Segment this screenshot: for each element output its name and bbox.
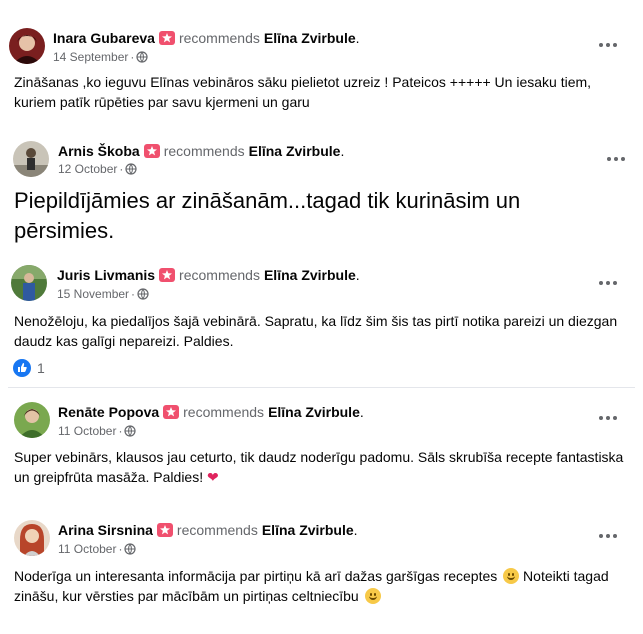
page-link[interactable]: Elīna Zvirbule: [262, 522, 354, 538]
globe-icon: [137, 288, 149, 300]
page-link[interactable]: Elīna Zvirbule: [249, 143, 341, 159]
review-text-block: Super vebinārs, klausos jau ceturto, tik…: [14, 447, 624, 487]
more-options-icon[interactable]: [607, 154, 627, 164]
avatar-photo: [14, 402, 50, 438]
review-text: Nenožēloju, ka piedalījos šajā vebinārā.…: [14, 313, 618, 349]
meta-separator: ·: [118, 542, 123, 556]
review-text: Super vebinārs, klausos jau ceturto, tik…: [14, 449, 624, 485]
avatar[interactable]: [14, 402, 50, 438]
like-icon[interactable]: [13, 359, 31, 377]
recommendation-badge-icon: [163, 405, 180, 419]
page-name-suffix: .: [355, 30, 360, 46]
meta-separator: ·: [118, 424, 123, 438]
divider: [8, 387, 635, 388]
recommendation-badge-icon: [143, 144, 160, 158]
heart-emoji-icon: ❤: [207, 469, 219, 485]
globe-icon: [136, 51, 148, 63]
meta-separator: ·: [119, 162, 124, 176]
author-name[interactable]: Arina Sirsnina: [58, 522, 153, 538]
avatar[interactable]: [11, 265, 47, 301]
smile-emoji-icon: [503, 568, 520, 584]
review-date[interactable]: 15 November: [57, 287, 129, 301]
page-name-suffix: .: [340, 143, 345, 159]
meta-separator: ·: [131, 287, 136, 301]
recommends-label: recommends: [178, 30, 260, 46]
page-link[interactable]: Elīna Zvirbule: [264, 267, 356, 283]
globe-icon: [124, 543, 137, 555]
avatar-photo: [13, 141, 49, 177]
more-options-icon[interactable]: [599, 278, 619, 288]
author-name[interactable]: Juris Livmanis: [57, 267, 155, 283]
globe-icon: [124, 425, 137, 437]
globe-icon: [125, 163, 137, 175]
avatar[interactable]: [9, 28, 45, 64]
author-name[interactable]: Inara Gubareva: [53, 30, 155, 46]
meta-separator: ·: [130, 50, 135, 64]
page-name-suffix: .: [359, 404, 364, 420]
recommends-label: recommends: [183, 404, 265, 420]
recommends-label: recommends: [176, 522, 258, 538]
review-text: Zināšanas ,ko ieguvu Elīnas vebināros sā…: [14, 74, 592, 110]
avatar[interactable]: [13, 141, 49, 177]
more-options-icon[interactable]: [599, 40, 619, 50]
review-text-block: Noderīga un interesanta informācija par …: [14, 566, 624, 606]
page-name-suffix: .: [353, 522, 358, 538]
author-name[interactable]: Arnis Škoba: [58, 143, 140, 159]
recommends-label: recommends: [179, 267, 260, 283]
recommends-label: recommends: [163, 143, 245, 159]
page-link[interactable]: Elīna Zvirbule: [268, 404, 360, 420]
smile-emoji-icon: [364, 588, 381, 604]
avatar[interactable]: [14, 520, 50, 556]
recommendation-badge-icon: [156, 523, 173, 537]
author-name[interactable]: Renāte Popova: [58, 404, 159, 420]
avatar-photo: [9, 28, 45, 64]
review-text-part1: Noderīga un interesanta informācija par …: [14, 568, 498, 584]
review-date[interactable]: 12 October: [58, 162, 117, 176]
avatar-photo: [14, 520, 50, 556]
page-name-suffix: .: [355, 267, 360, 283]
recommendation-badge-icon: [158, 31, 175, 45]
recommendation-badge-icon: [159, 268, 176, 282]
review-date[interactable]: 11 October: [58, 424, 116, 438]
reaction-count[interactable]: 1: [37, 359, 45, 377]
more-options-icon[interactable]: [599, 413, 619, 423]
review-date[interactable]: 14 September: [53, 50, 128, 64]
avatar-photo: [11, 265, 47, 301]
more-options-icon[interactable]: [599, 531, 619, 541]
review-text: Piepildījāmies ar zināšanām...tagad tik …: [14, 188, 521, 243]
review-date[interactable]: 11 October: [58, 542, 116, 556]
page-link[interactable]: Elīna Zvirbule: [264, 30, 356, 46]
